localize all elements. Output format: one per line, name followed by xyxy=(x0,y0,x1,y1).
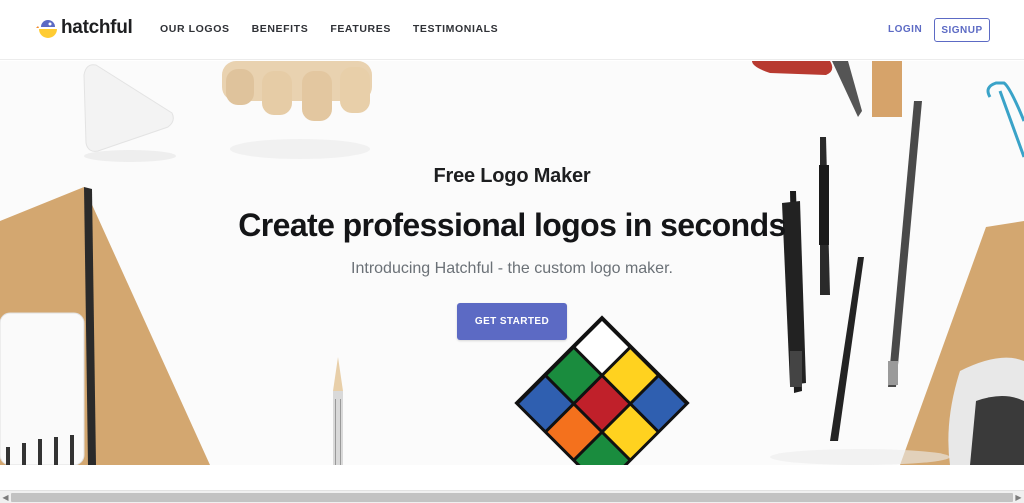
page-gap xyxy=(0,465,1024,490)
scroll-right-arrow-icon[interactable]: ▶ xyxy=(1014,492,1023,503)
main-nav: OUR LOGOS BENEFITS FEATURES TESTIMONIALS xyxy=(160,23,520,35)
pencil-bottom xyxy=(333,357,343,465)
brand-name: hatchful xyxy=(61,17,133,38)
horizontal-scrollbar[interactable]: ◀ ▶ xyxy=(0,490,1024,503)
desk-items-top-right xyxy=(752,61,902,117)
hatchful-chick-icon xyxy=(36,17,60,39)
hero-section: Free Logo Maker Create professional logo… xyxy=(0,61,1024,465)
wooden-hand-illustration xyxy=(222,61,372,159)
hero-lead: Introducing Hatchful - the custom logo m… xyxy=(351,260,673,277)
site-header: hatchful OUR LOGOS BENEFITS FEATURES TES… xyxy=(0,0,1024,60)
login-link[interactable]: LOGIN xyxy=(888,24,922,35)
nav-features[interactable]: FEATURES xyxy=(330,23,391,35)
nav-testimonials[interactable]: TESTIMONIALS xyxy=(413,23,498,35)
scrollbar-thumb[interactable] xyxy=(11,493,1013,502)
hero-subtitle: Free Logo Maker xyxy=(433,165,591,187)
kraft-notebook-right xyxy=(900,221,1024,465)
paperclip-illustration xyxy=(986,81,1024,158)
eraser-illustration xyxy=(83,64,176,162)
signup-button[interactable]: SIGNUP xyxy=(934,18,990,42)
hero-title: Create professional logos in seconds xyxy=(238,207,786,243)
nav-benefits[interactable]: BENEFITS xyxy=(252,23,309,35)
get-started-button[interactable]: GET STARTED xyxy=(457,303,567,340)
scroll-left-arrow-icon[interactable]: ◀ xyxy=(1,492,10,503)
brand-logo[interactable]: hatchful xyxy=(36,16,133,40)
nav-our-logos[interactable]: OUR LOGOS xyxy=(160,23,230,35)
